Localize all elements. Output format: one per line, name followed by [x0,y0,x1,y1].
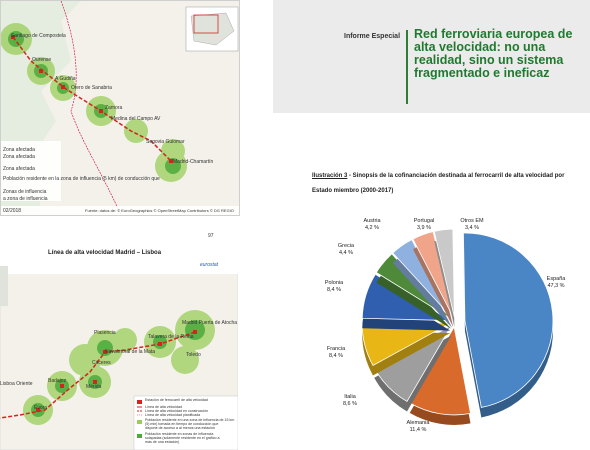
pie-slice-label: Portugal 3,9 % [404,218,444,232]
pie-slice-label: Italia 8,6 % [330,394,370,408]
city-label: Ourense [32,57,52,63]
page-number: 97 [208,233,214,239]
report-kicker: Informe Especial [344,33,401,40]
map-legend-item: Zona afectada [3,154,35,160]
pie-chart [361,228,554,425]
map-title: Línea de alta velocidad Madrid – Lisboa [48,250,162,256]
pie-slice-label: Austria 4,2 % [352,218,392,232]
city-label: Talavera de la Reina [148,334,194,340]
report-title: Red ferroviaria europea de alta velocida… [414,27,573,80]
illustration-number: Ilustración 3 [312,173,348,179]
map-legend-item: Zona afectada [3,147,35,153]
eurostat-logo: eurostat [200,262,219,268]
city-label: Navalmoral de la Mata [105,349,156,355]
city-label: Madrid-Chamartín [173,159,214,165]
pie-slice-label: Grecia 4,4 % [326,243,366,257]
city-label: Medina del Campo AV [111,116,161,122]
city-label: Santiago de Compostela [11,33,66,39]
illustration-title: Ilustración 3 - Sinopsis de la cofinanci… [312,173,564,179]
pie-slice-value: 8,4 % [326,287,342,293]
pie-slice-label: Polonia 8,4 % [314,280,354,294]
city-label: Segovia Guiomar [146,139,185,145]
illustration-subtitle: Estado miembro (2000-2017) [312,188,394,194]
illustration-title-text: - Sinopsis de la cofinanciación destinad… [347,173,565,179]
map-legend-item: Estación de ferrocarril de alta velocida… [145,398,208,402]
city-label: Otero de Sanabria [71,85,112,91]
city-label: Lisboa Oriente [0,381,33,387]
pie-slice-name: Alemania [406,420,430,426]
pie-slice-value: 4,4 % [338,250,354,256]
pie-slice-name: Francia [326,346,346,352]
pie-slice-value: 4,2 % [364,225,380,231]
city-label: Badajoz [48,378,67,384]
map-legend-item: Zonas de influencia [3,189,47,195]
pie-slice-name: Austria [363,218,381,224]
city-label: Madrid Puerta de Atocha [182,320,238,326]
pie-slice-name: Polonia [324,280,344,286]
map-madrid-lisboa: Línea de alta velocidad Madrid – Lisboa … [0,248,238,450]
pie-slice-name: Grecia [337,243,355,249]
map-santiago-madrid: Santiago de Compostela Ourense A Gudiña … [0,0,240,216]
map-legend-item: a zona de influencia [3,196,48,202]
pie-slice-name: Italia [344,394,356,400]
map-legend-item: Zona afectada [3,166,35,172]
pie-slice [463,232,554,408]
map-legend-item: Línea de alta velocidad planificada [145,413,201,417]
pie-slice-label: Alemania 11,4 % [398,420,438,434]
map-legend-item: Población residente en la zona de influe… [3,176,160,182]
pie-slice-value: 47,3 % [547,283,565,289]
city-label: Toledo [186,352,201,358]
city-label: A Gudiña [55,76,76,82]
header-divider [406,30,408,104]
pie-slice-label: España 47,3 % [536,276,576,290]
pie-slice-value: 3,4 % [464,225,480,231]
pie-slice-name: Portugal [413,218,435,224]
map-footer-date: 02/2018 [3,208,22,214]
city-label: Mérida [86,384,102,390]
pie-slice-value: 11,4 % [409,427,427,433]
map-footer-source: Fuente: datos de: © EuroGeographics © Op… [85,208,234,213]
pie-slice-value: 8,4 % [328,353,344,359]
city-label: Évora [34,405,48,411]
city-label: Zamora [105,105,123,111]
pie-slice-value: 3,9 % [416,225,432,231]
pie-slice-label: Francia 8,4 % [316,346,356,360]
map-legend-item: más de una estación) [145,440,180,444]
pie-slice-name: Otros EM [460,218,484,224]
map-legend-item: dispone de acceso a al menos una estació… [145,426,215,430]
pie-slice-name: España [546,276,566,282]
pie-slice-label: Otros EM 3,4 % [452,218,492,232]
city-label: Cáceres [92,360,111,366]
city-label: Plasencia [94,330,116,336]
pie-slice-value: 8,6 % [342,401,358,407]
